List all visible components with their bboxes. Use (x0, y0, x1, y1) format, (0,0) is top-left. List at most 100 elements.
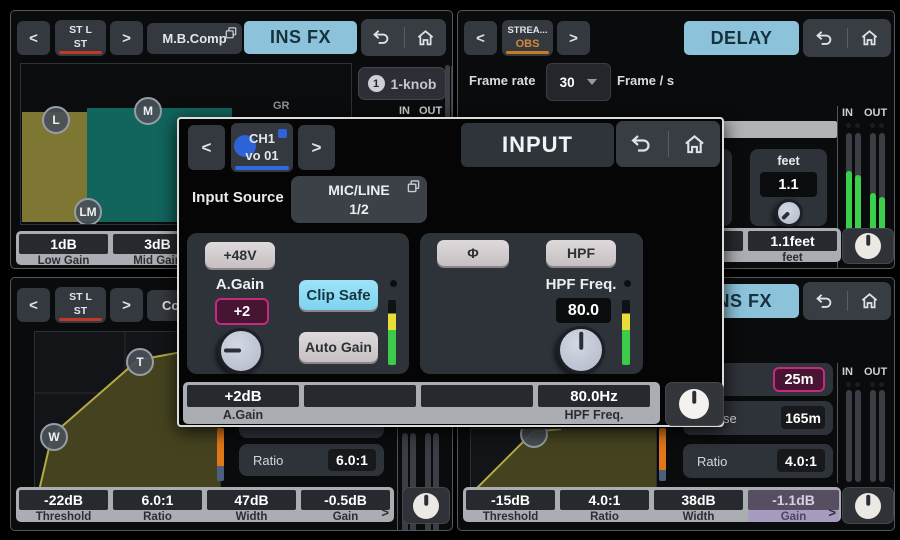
in-meter-l (846, 133, 852, 233)
param-hpf-freq[interactable]: 80.0HzHPF Freq. (538, 385, 650, 422)
param-cell[interactable] (304, 385, 416, 422)
hpf-freq-knob[interactable] (557, 326, 605, 374)
channel-name: CH1 (249, 131, 275, 148)
in-meter-l (846, 390, 852, 482)
nav-right-group (803, 19, 891, 57)
channel-select-button[interactable]: STREA... OBS (502, 20, 553, 56)
next-channel-button[interactable]: > (110, 21, 143, 55)
param-threshold[interactable]: -22dBThreshold (19, 490, 108, 520)
input-level-meter (388, 300, 396, 365)
peak-led (846, 123, 851, 128)
in-meter-r (855, 390, 861, 482)
divider (837, 363, 838, 483)
next-channel-button[interactable]: > (110, 288, 143, 322)
one-knob-button[interactable]: 1 1-knob (358, 67, 446, 100)
param-low-gain[interactable]: 1dBLow Gain (19, 234, 108, 263)
param-again[interactable]: +2dBA.Gain (187, 385, 299, 422)
home-icon[interactable] (860, 29, 879, 47)
copy-icon[interactable] (225, 27, 237, 39)
input-popup: < CH1 vo 01 > INPUT Input Source MIC/LIN… (177, 117, 724, 427)
prev-channel-button[interactable]: < (17, 288, 50, 322)
width-handle[interactable]: W (40, 423, 68, 451)
touch-knob-button[interactable] (842, 487, 894, 524)
param-width[interactable]: 47dBWidth (207, 490, 296, 520)
hpf-level-meter (622, 300, 630, 365)
low-band-handle[interactable]: L (42, 106, 70, 134)
param-ratio[interactable]: 4.0:1Ratio (560, 490, 649, 520)
out-meter-l (870, 133, 876, 233)
ratio-label: Ratio (697, 454, 727, 469)
lowmid-band-handle[interactable]: LM (74, 198, 102, 225)
home-icon[interactable] (860, 292, 879, 310)
one-knob-label: 1-knob (391, 76, 437, 92)
more-params-arrow[interactable]: > (381, 505, 389, 520)
undo-icon[interactable] (630, 134, 654, 154)
param-gain-selected[interactable]: -1.1dBGain (748, 490, 839, 522)
touch-knob-button[interactable] (665, 382, 724, 426)
peak-led (855, 123, 860, 128)
out-meter-l (870, 390, 876, 482)
input-source-value-line2: 1/2 (349, 200, 368, 219)
again-knob[interactable] (218, 328, 264, 374)
prev-channel-button[interactable]: < (188, 125, 225, 170)
out-meter-r (879, 133, 885, 233)
next-channel-button[interactable]: > (298, 125, 335, 170)
undo-icon[interactable] (815, 293, 835, 310)
channel-name: ST L (69, 291, 92, 305)
feet-knob[interactable] (775, 199, 803, 227)
channel-select-button[interactable]: ST L ST (55, 20, 106, 56)
channel-select-button[interactable]: ST L ST (55, 287, 106, 323)
ratio-value[interactable]: 6.0:1 (328, 449, 376, 471)
more-params-arrow[interactable]: > (828, 505, 836, 520)
home-icon[interactable] (416, 29, 435, 47)
ratio-label: Ratio (253, 453, 283, 468)
again-label: A.Gain (207, 276, 273, 293)
phase-hpf-section: Φ HPF HPF Freq. 80.0 (420, 233, 643, 374)
attack-value[interactable]: 25m (773, 367, 825, 392)
copy-icon[interactable] (407, 180, 420, 193)
gr-meter (217, 428, 224, 481)
phase-button[interactable]: Φ (437, 240, 509, 266)
clip-safe-button[interactable]: Clip Safe (299, 280, 378, 310)
touch-knob-button[interactable] (402, 487, 450, 524)
again-value[interactable]: +2 (215, 298, 269, 325)
prev-channel-button[interactable]: < (17, 21, 50, 55)
hpf-freq-value[interactable]: 80.0 (556, 298, 611, 323)
divider (404, 27, 405, 47)
param-threshold[interactable]: -15dBThreshold (466, 490, 555, 520)
peak-led (855, 382, 860, 387)
frame-rate-dropdown[interactable]: 30 (546, 63, 611, 101)
prev-channel-button[interactable]: < (464, 21, 497, 55)
comp-curve (471, 429, 656, 491)
channel-name: STREA... (507, 25, 547, 37)
threshold-handle[interactable]: T (126, 348, 154, 376)
peak-led (870, 123, 875, 128)
undo-icon[interactable] (815, 30, 835, 47)
param-ratio[interactable]: 6.0:1Ratio (113, 490, 202, 520)
hpf-button[interactable]: HPF (546, 240, 616, 266)
auto-gain-button[interactable]: Auto Gain (299, 332, 378, 362)
param-row: +2dBA.Gain 80.0HzHPF Freq. (183, 382, 660, 424)
peak-led (879, 123, 884, 128)
nav-right-group (361, 19, 446, 56)
channel-select-button[interactable]: CH1 vo 01 (231, 123, 293, 172)
param-cell[interactable] (421, 385, 533, 422)
input-source-button[interactable]: MIC/LINE 1/2 (291, 176, 427, 223)
ratio-value[interactable]: 4.0:1 (777, 449, 825, 472)
next-channel-button[interactable]: > (557, 21, 590, 55)
home-icon[interactable] (683, 134, 706, 155)
param-delay-feet[interactable]: 1.1feetfeet (748, 231, 837, 260)
param-width[interactable]: 38dBWidth (654, 490, 743, 520)
feet-value[interactable]: 1.1 (760, 172, 817, 197)
ratio-row: Ratio 6.0:1 (239, 444, 384, 476)
undo-icon[interactable] (372, 29, 392, 46)
fx-type-button[interactable]: M.B.Comp (147, 23, 242, 54)
comp-curve-graph (470, 428, 657, 492)
mid-band-handle[interactable]: M (134, 97, 162, 125)
touch-knob-button[interactable] (842, 228, 894, 264)
param-gain[interactable]: -0.5dBGain (301, 490, 390, 520)
channel-badge-icon (278, 129, 287, 138)
phantom-48v-button[interactable]: +48V (205, 242, 275, 268)
release-value[interactable]: 165m (781, 406, 825, 429)
out-label: OUT (864, 366, 887, 378)
